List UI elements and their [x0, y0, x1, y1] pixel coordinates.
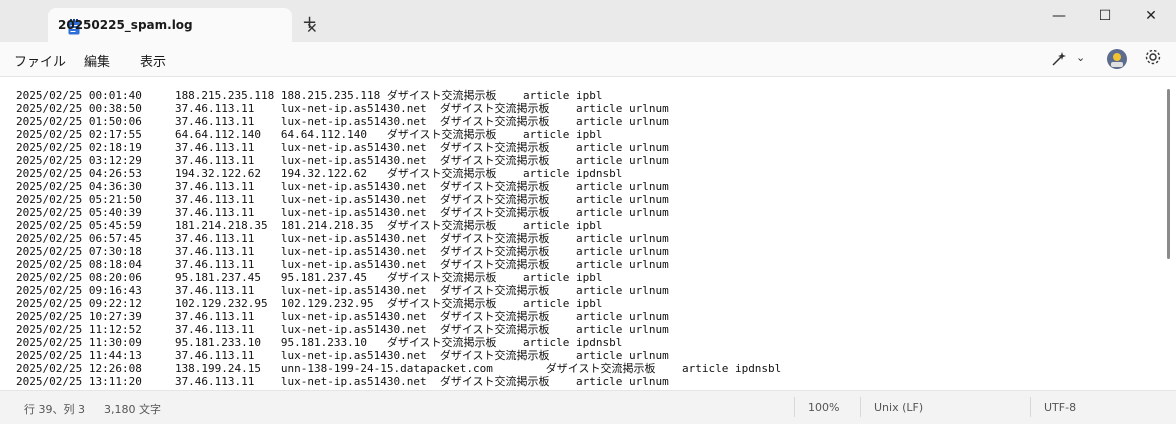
log-line: 2025/02/25 00:38:50 37.46.113.11 lux-net…	[16, 102, 669, 115]
log-line: 2025/02/25 10:27:39 37.46.113.11 lux-net…	[16, 310, 669, 323]
gear-icon[interactable]	[1144, 48, 1162, 70]
vertical-scrollbar[interactable]	[1167, 89, 1170, 259]
log-line: 2025/02/25 12:26:08 138.199.24.15 unn-13…	[16, 362, 782, 375]
char-count: 3,180 文字	[104, 403, 161, 416]
copilot-icon[interactable]	[1050, 50, 1068, 72]
log-line: 2025/02/25 00:01:40 188.215.235.118 188.…	[16, 89, 603, 102]
menu-edit[interactable]: 編集	[84, 51, 110, 70]
plus-icon[interactable]: +	[302, 14, 317, 32]
minimize-icon[interactable]: —	[1036, 0, 1082, 32]
log-line: 2025/02/25 05:40:39 37.46.113.11 lux-net…	[16, 206, 669, 219]
text-editor[interactable]: 2025/02/25 00:01:40 188.215.235.118 188.…	[0, 76, 1176, 390]
avatar[interactable]	[1106, 48, 1128, 74]
title-bar: 20250225_spam.log ✕ + — ☐ ✕	[0, 0, 1176, 42]
log-line: 2025/02/25 05:21:50 37.46.113.11 lux-net…	[16, 193, 669, 206]
status-bar: 行 39、列 3 3,180 文字 100% Unix (LF) UTF-8	[0, 390, 1176, 424]
line-ending[interactable]: Unix (LF)	[874, 401, 923, 414]
log-line: 2025/02/25 07:30:18 37.46.113.11 lux-net…	[16, 245, 669, 258]
tab-active[interactable]: 20250225_spam.log ✕	[48, 8, 318, 42]
cursor-position: 行 39、列 3	[24, 403, 85, 416]
menu-view[interactable]: 表示	[140, 51, 166, 70]
log-line: 2025/02/25 08:18:04 37.46.113.11 lux-net…	[16, 258, 669, 271]
close-window-icon[interactable]: ✕	[1128, 0, 1174, 32]
log-line: 2025/02/25 08:20:06 95.181.237.45 95.181…	[16, 271, 603, 284]
log-line: 2025/02/25 02:17:55 64.64.112.140 64.64.…	[16, 128, 603, 141]
log-line: 2025/02/25 13:11:20 37.46.113.11 lux-net…	[16, 375, 669, 388]
log-line: 2025/02/25 02:18:19 37.46.113.11 lux-net…	[16, 141, 669, 154]
log-line: 2025/02/25 03:12:29 37.46.113.11 lux-net…	[16, 154, 669, 167]
tab-title: 20250225_spam.log	[58, 18, 193, 32]
log-line: 2025/02/25 01:50:06 37.46.113.11 lux-net…	[16, 115, 669, 128]
maximize-icon[interactable]: ☐	[1082, 0, 1128, 32]
menu-file[interactable]: ファイル	[14, 51, 66, 70]
log-line: 2025/02/25 09:22:12 102.129.232.95 102.1…	[16, 297, 603, 310]
log-line: 2025/02/25 05:45:59 181.214.218.35 181.2…	[16, 219, 603, 232]
zoom-level[interactable]: 100%	[808, 401, 839, 414]
log-line: 2025/02/25 06:57:45 37.46.113.11 lux-net…	[16, 232, 669, 245]
log-line: 2025/02/25 04:26:53 194.32.122.62 194.32…	[16, 167, 623, 180]
log-line: 2025/02/25 09:16:43 37.46.113.11 lux-net…	[16, 284, 669, 297]
log-content[interactable]: 2025/02/25 00:01:40 188.215.235.118 188.…	[16, 89, 781, 388]
encoding[interactable]: UTF-8	[1044, 401, 1076, 414]
menu-bar: ファイル 編集 表示 ⌄	[0, 42, 1176, 76]
log-line: 2025/02/25 11:12:52 37.46.113.11 lux-net…	[16, 323, 669, 336]
log-line: 2025/02/25 11:30:09 95.181.233.10 95.181…	[16, 336, 623, 349]
log-line: 2025/02/25 11:44:13 37.46.113.11 lux-net…	[16, 349, 669, 362]
chevron-down-icon[interactable]: ⌄	[1076, 51, 1085, 64]
log-line: 2025/02/25 04:36:30 37.46.113.11 lux-net…	[16, 180, 669, 193]
